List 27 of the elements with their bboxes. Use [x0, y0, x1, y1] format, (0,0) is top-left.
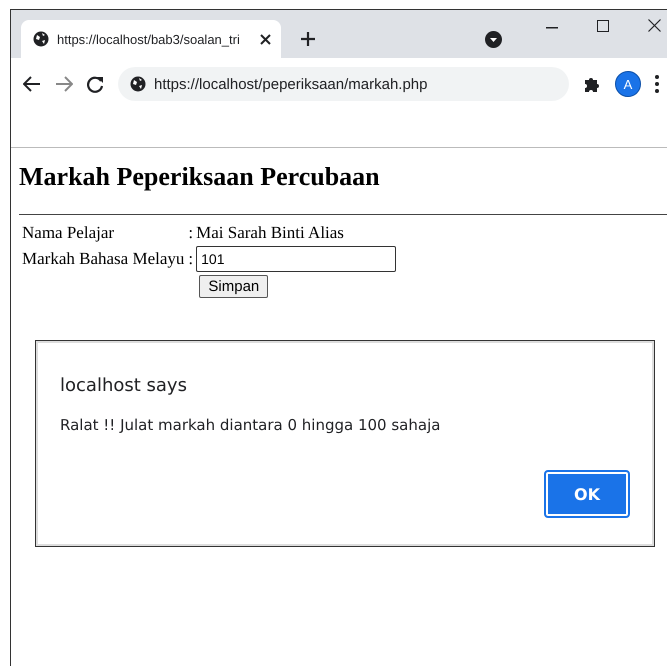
puzzle-icon[interactable]: [583, 75, 601, 93]
field-value: Mai Sarah Binti Alias: [196, 223, 344, 243]
forward-arrow-icon[interactable]: [55, 76, 73, 92]
dialog-title: localhost says: [60, 375, 188, 396]
back-arrow-icon[interactable]: [23, 76, 41, 92]
reload-icon[interactable]: [87, 76, 104, 92]
globe-icon: [130, 76, 146, 92]
globe-icon: [33, 31, 49, 47]
close-icon[interactable]: [648, 19, 661, 32]
save-button[interactable]: Simpan: [199, 275, 268, 298]
close-icon[interactable]: [260, 34, 271, 44]
ok-button[interactable]: OK: [544, 470, 630, 518]
plus-icon[interactable]: [301, 32, 315, 46]
browser-tab[interactable]: https://localhost/bab3/soalan_tri: [21, 20, 281, 58]
field-label: Markah Bahasa Melayu: [22, 249, 184, 269]
profile-avatar[interactable]: A: [615, 71, 641, 97]
maximize-icon[interactable]: [597, 20, 609, 32]
input-field[interactable]: 101: [196, 246, 396, 272]
field-label: Nama Pelajar: [22, 223, 114, 243]
address-bar[interactable]: https://localhost/peperiksaan/markah.php: [118, 67, 569, 101]
separator: :: [188, 249, 194, 269]
separator: :: [188, 223, 194, 243]
dialog-message: Ralat !! Julat markah diantara 0 hingga 100 sahaja: [60, 416, 442, 434]
page-heading: Markah Peperiksaan Percubaan: [19, 162, 381, 192]
menu-icon[interactable]: [655, 75, 659, 93]
dropdown-icon[interactable]: [485, 31, 502, 48]
minimize-icon[interactable]: [546, 27, 558, 29]
